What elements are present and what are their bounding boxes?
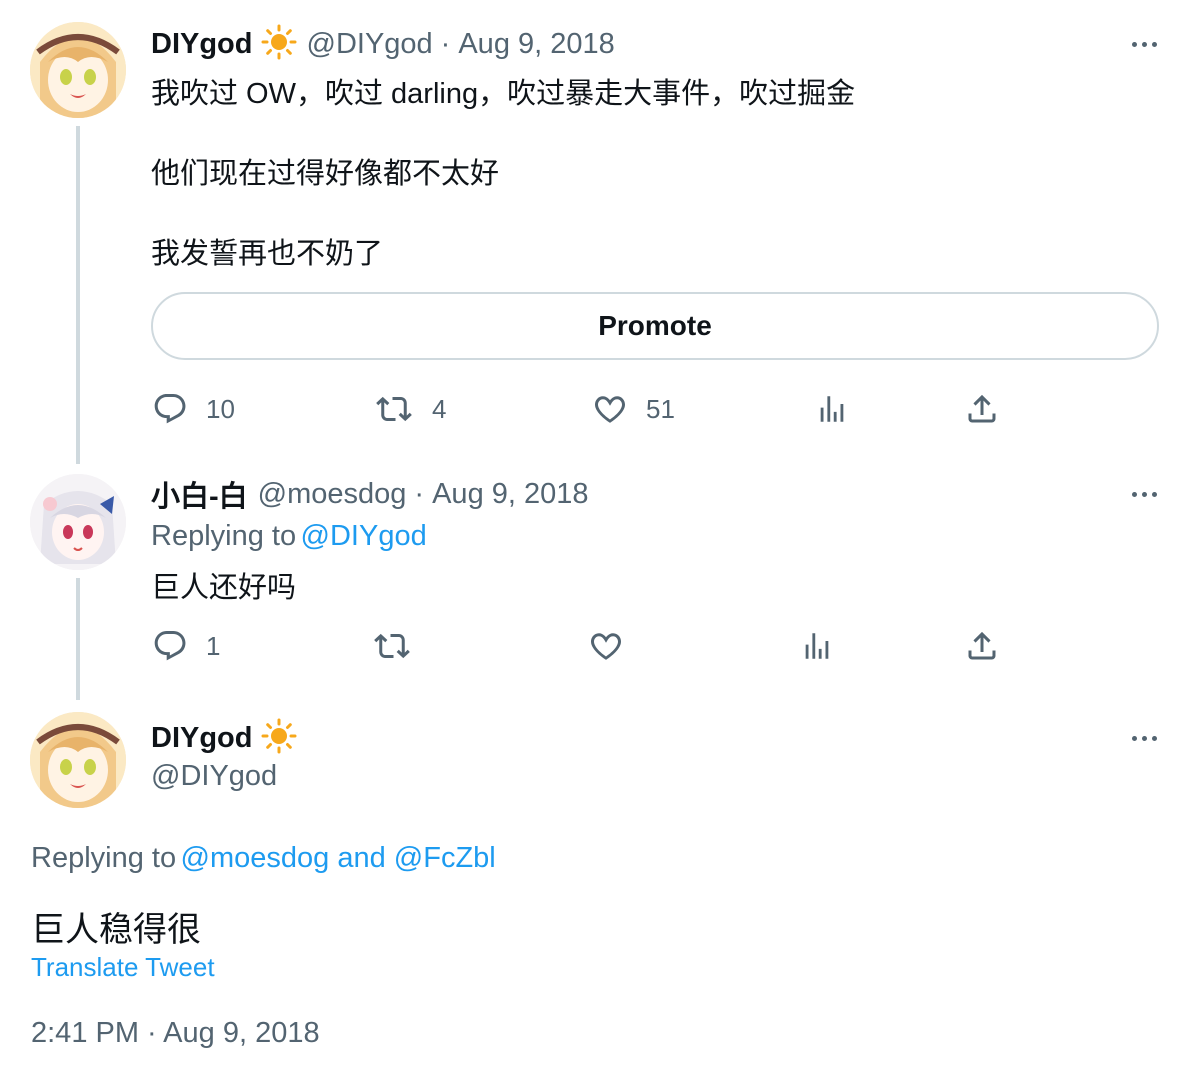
replying-prefix: Replying to xyxy=(31,842,177,874)
views-button[interactable] xyxy=(815,389,849,429)
share-button[interactable] xyxy=(964,389,1000,429)
separator: · xyxy=(414,477,425,510)
author-name[interactable]: 小白-白 xyxy=(151,473,248,515)
sun-icon xyxy=(261,24,297,65)
reply-count: 10 xyxy=(206,393,235,424)
more-icon[interactable] xyxy=(1126,484,1162,504)
author-name[interactable]: DIYgod xyxy=(151,28,253,61)
author-handle[interactable]: @DIYgod xyxy=(151,760,277,793)
like-button[interactable]: 51 xyxy=(592,389,675,429)
like-button[interactable] xyxy=(588,626,624,666)
sun-icon xyxy=(261,718,297,759)
views-button[interactable] xyxy=(800,626,834,666)
heart-icon xyxy=(592,391,628,427)
reply-icon xyxy=(152,628,188,664)
tweet-date[interactable]: Aug 9, 2018 xyxy=(458,28,614,61)
reply-icon xyxy=(152,391,188,427)
replying-to-link[interactable]: @DIYgod xyxy=(301,520,427,552)
author-handle[interactable]: @DIYgod xyxy=(307,28,433,61)
reply-button[interactable]: 10 xyxy=(152,389,235,429)
avatar[interactable] xyxy=(30,474,126,570)
tweet-date[interactable]: Aug 9, 2018 xyxy=(432,478,588,511)
tweet-timestamp[interactable]: 2:41 PM · Aug 9, 2018 xyxy=(31,1017,320,1050)
tweet-text: 巨人稳得很 xyxy=(31,911,201,949)
reply-button[interactable]: 1 xyxy=(152,626,220,666)
author-handle[interactable]: @moesdog xyxy=(258,478,407,511)
more-icon[interactable] xyxy=(1126,728,1162,748)
retweet-icon xyxy=(374,391,414,427)
analytics-icon xyxy=(815,391,849,427)
retweet-button[interactable]: 4 xyxy=(374,389,446,429)
heart-icon xyxy=(588,628,624,664)
share-icon xyxy=(964,391,1000,427)
thread-line xyxy=(76,126,80,464)
thread-line xyxy=(76,578,80,700)
translate-tweet-link[interactable]: Translate Tweet xyxy=(31,952,215,983)
author-name[interactable]: DIYgod xyxy=(151,722,253,755)
replying-to-link[interactable]: @moesdog and @FcZbl xyxy=(181,842,496,874)
retweet-button[interactable] xyxy=(372,626,412,666)
tweet-text-line: 他们现在过得好像都不太好 xyxy=(151,158,500,190)
more-icon[interactable] xyxy=(1126,34,1162,54)
analytics-icon xyxy=(800,628,834,664)
promote-button[interactable]: Promote xyxy=(151,292,1159,360)
tweet-text: 巨人还好吗 xyxy=(151,572,297,604)
retweet-icon xyxy=(372,628,412,664)
reply-count: 1 xyxy=(206,630,221,661)
replying-prefix: Replying to xyxy=(151,520,297,552)
share-button[interactable] xyxy=(964,626,1000,666)
retweet-count: 4 xyxy=(432,393,447,424)
tweet-text-line: 我吹过 OW，吹过 darling，吹过暴走大事件，吹过掘金 xyxy=(151,78,856,110)
tweet-text-line: 我发誓再也不奶了 xyxy=(151,238,384,270)
share-icon xyxy=(964,628,1000,664)
avatar[interactable] xyxy=(30,22,126,118)
like-count: 51 xyxy=(646,393,675,424)
avatar[interactable] xyxy=(30,712,126,808)
separator: · xyxy=(440,27,451,60)
